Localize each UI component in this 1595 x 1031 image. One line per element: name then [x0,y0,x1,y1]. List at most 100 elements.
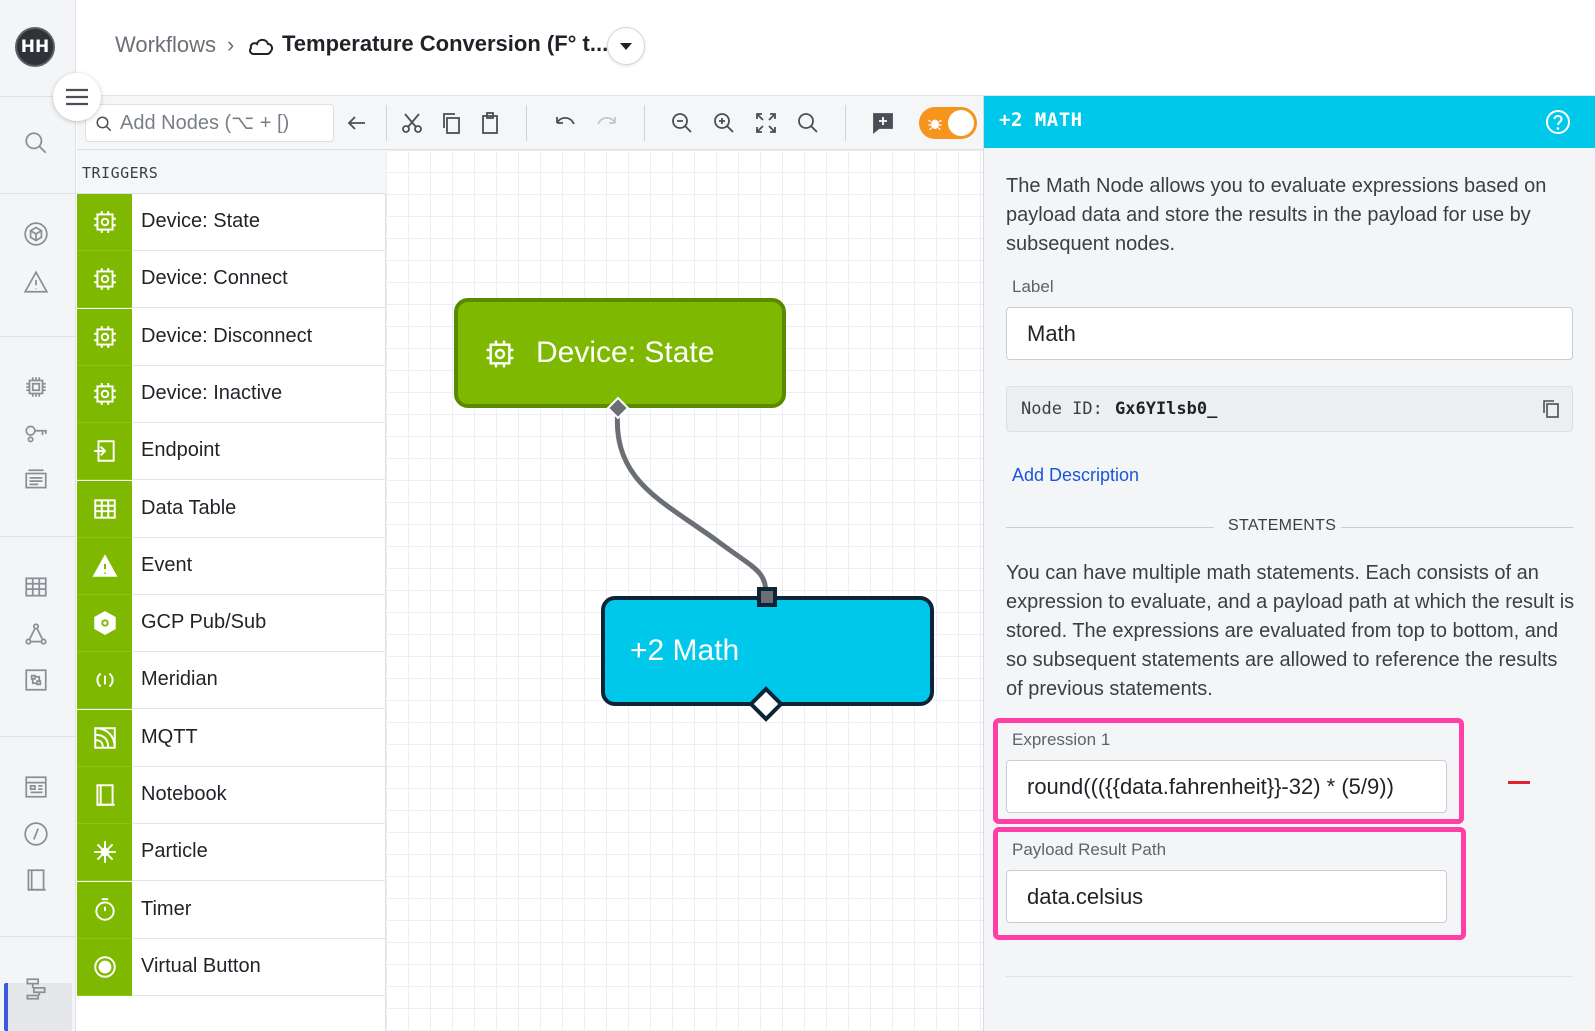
palette-item-label: Device: Disconnect [141,324,313,347]
user-avatar[interactable]: HH [15,27,55,67]
palette-item[interactable]: Device: Disconnect [77,308,386,366]
alert-icon[interactable] [22,268,50,296]
chip-gear-icon [77,251,132,309]
cut-icon[interactable] [398,109,426,137]
notebook-icon [77,767,132,824]
bug-icon [928,119,942,131]
trigger-node-device-state[interactable]: Device: State [454,298,786,408]
palette-item-label: Device: State [141,210,260,232]
remove-statement-button[interactable] [1504,768,1534,798]
help-icon[interactable] [1544,108,1572,136]
palette-item-label: GCP Pub/Sub [141,611,267,634]
palette-item-label: Notebook [141,783,227,805]
dashboard-icon[interactable] [22,773,50,801]
palette-item[interactable]: Endpoint [77,423,386,481]
output-port[interactable] [606,396,630,420]
toolbar-separator [526,105,527,141]
connection-wire [614,407,769,597]
chip-gear-icon [486,340,514,368]
panel-title: +2 MATH [999,109,1083,131]
palette-item[interactable]: Device: Inactive [77,365,386,423]
palette-item[interactable]: GCP Pub/Sub [77,595,386,653]
zoom-reset-icon[interactable] [794,109,822,137]
palette-item[interactable]: Data Table [77,480,386,538]
search-icon[interactable] [22,129,50,157]
workflow-canvas[interactable]: Device: State +2 Math [386,150,983,1031]
expression-input[interactable]: round((({{data.fahrenheit}}-32) * (5/9)) [1006,760,1447,813]
cube-icon[interactable] [22,220,50,248]
endpoint-icon [77,423,132,481]
fit-screen-icon[interactable] [752,109,780,137]
particle-icon [77,824,132,882]
cloud-icon [249,38,273,55]
palette-item-label: Device: Connect [141,267,288,290]
redo-icon[interactable] [593,109,621,137]
panel-header: +2 MATH [984,96,1595,148]
zoom-out-icon[interactable] [668,109,696,137]
node-description: The Math Node allows you to evaluate exp… [1006,175,1547,255]
palette-item[interactable]: Particle [77,824,386,882]
label-field-label: Label [1012,277,1054,296]
left-nav-rail: HH [0,0,76,1031]
data-table-icon[interactable] [22,573,50,601]
divider [1341,527,1573,528]
toolbar-separator [644,105,645,141]
compass-icon[interactable] [22,820,50,848]
output-port[interactable] [748,686,784,722]
access-key-icon[interactable] [22,420,50,448]
node-palette: TRIGGERS Device: State Device: Connect Dev… [77,150,386,1031]
palette-item[interactable]: Meridian [77,652,386,710]
workflow-menu-button[interactable] [607,27,645,65]
rail-divider [0,536,76,537]
divider [1006,976,1573,977]
add-comment-icon[interactable] [869,109,897,137]
palette-item-label: Endpoint [141,439,220,462]
breadcrumb-workflows-link[interactable]: Workflows [115,32,216,58]
add-nodes-search[interactable] [85,104,334,142]
palette-section-title: TRIGGERS [77,150,386,194]
palette-item[interactable]: Virtual Button [77,938,386,996]
palette-item[interactable]: Event [77,537,386,595]
palette-item-label: Event [141,553,193,576]
chip-gear-icon [77,308,132,366]
caret-down-icon [620,43,632,50]
palette-item[interactable]: Device: State [77,194,386,251]
add-nodes-input[interactable] [120,105,330,141]
recipes-icon[interactable] [22,466,50,494]
warning-icon [77,537,132,595]
math-node-label: +2 Math [630,634,740,667]
add-description-link[interactable]: Add Description [1012,465,1139,486]
workflow-icon[interactable] [22,620,50,648]
rail-divider [0,936,76,937]
copy-icon[interactable] [437,109,465,137]
rail-divider [0,736,76,737]
statements-heading: STATEMENTS [1228,517,1337,534]
arrow-left-icon[interactable] [343,109,371,137]
mqtt-icon [77,709,132,767]
notebook-icon[interactable] [22,866,50,894]
menu-toggle-button[interactable] [53,73,101,121]
paste-icon[interactable] [476,109,504,137]
result-path-input[interactable]: data.celsius [1006,870,1447,923]
workflows-nav-icon[interactable] [22,975,50,1003]
palette-item[interactable]: Timer [77,881,386,939]
debug-toggle[interactable] [919,107,977,139]
result-path-label: Payload Result Path [1012,840,1167,859]
palette-item-label: Meridian [141,668,218,691]
expression-label: Expression 1 [1012,730,1111,749]
integrations-icon[interactable] [22,666,50,694]
zoom-in-icon[interactable] [710,109,738,137]
palette-item[interactable]: Notebook [77,767,386,824]
toolbar-separator [386,105,387,141]
node-id-value: Gx6YIlsb0_ [1115,399,1218,419]
palette-item[interactable]: MQTT [77,709,386,767]
virtual-button-icon [77,938,132,996]
workflow-title: Temperature Conversion (F° t... [282,31,609,56]
input-port[interactable] [755,585,779,609]
minus-icon [1508,781,1530,784]
undo-icon[interactable] [551,109,579,137]
palette-item[interactable]: Device: Connect [77,251,386,309]
copy-icon[interactable] [1540,398,1562,420]
label-input[interactable]: Math [1006,307,1573,360]
device-chip-icon[interactable] [22,373,50,401]
